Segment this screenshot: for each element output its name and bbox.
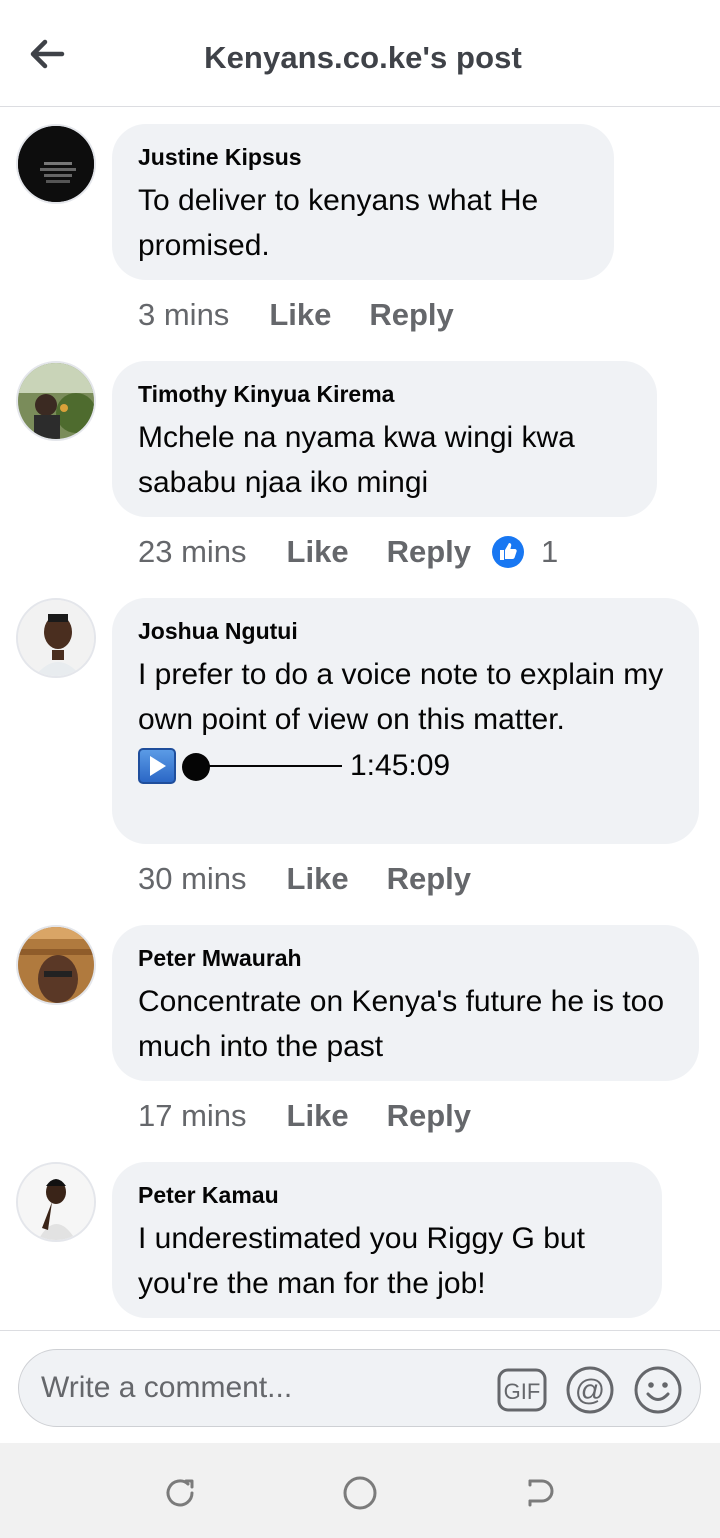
progress-track — [196, 765, 342, 767]
mention-label: @ — [575, 1374, 605, 1407]
comment-text: I prefer to do a voice note to explain m… — [138, 658, 664, 736]
reply-button[interactable]: Reply — [387, 534, 471, 570]
comment-actions: 3 mins Like Reply — [138, 295, 492, 335]
like-reaction-icon — [492, 536, 524, 568]
avatar-image — [18, 600, 94, 676]
comment-time[interactable]: 30 mins — [138, 861, 247, 897]
play-icon — [150, 756, 166, 776]
comment-author[interactable]: Joshua Ngutui — [138, 616, 673, 646]
home-button[interactable] — [338, 1471, 382, 1515]
comment-author[interactable]: Timothy Kinyua Kirema — [138, 379, 631, 409]
comment-text: Mchele na nyama kwa wingi kwa sababu nja… — [138, 421, 575, 499]
system-nav-bar — [0, 1443, 720, 1538]
like-button[interactable]: Like — [287, 534, 349, 570]
avatar-image — [18, 126, 94, 202]
like-button[interactable]: Like — [269, 297, 331, 333]
reply-button[interactable]: Reply — [369, 297, 453, 333]
avatar[interactable] — [16, 361, 96, 441]
comment-time[interactable]: 3 mins — [138, 297, 229, 333]
comment-author[interactable]: Justine Kipsus — [138, 142, 588, 172]
comment-text: Concentrate on Kenya's future he is too … — [138, 985, 665, 1063]
top-bar: Kenyans.co.ke's post — [0, 0, 720, 107]
gif-label: GIF — [504, 1379, 541, 1404]
avatar[interactable] — [16, 925, 96, 1005]
comment-bubble[interactable]: Joshua Ngutui I prefer to do a voice not… — [112, 598, 699, 844]
reaction-count: 1 — [541, 534, 559, 569]
comment-author[interactable]: Peter Mwaurah — [138, 943, 673, 973]
reply-button[interactable]: Reply — [387, 861, 471, 897]
back-icon — [528, 1479, 554, 1507]
reply-button[interactable]: Reply — [387, 1098, 471, 1134]
recent-apps-button[interactable] — [158, 1471, 202, 1515]
avatar[interactable] — [16, 1162, 96, 1242]
play-button[interactable] — [138, 748, 176, 784]
reaction-summary[interactable]: 1 — [491, 534, 558, 570]
comment-actions: 30 mins Like Reply — [138, 859, 509, 899]
like-button[interactable]: Like — [287, 861, 349, 897]
voice-note-player: 1:45:09 — [138, 744, 673, 788]
comment-time[interactable]: 23 mins — [138, 534, 247, 570]
progress-knob[interactable] — [182, 753, 210, 781]
avatar[interactable] — [16, 124, 96, 204]
comment-text: To deliver to kenyans what He promised. — [138, 184, 539, 262]
comment-composer: GIF @ — [0, 1330, 720, 1443]
mention-button[interactable]: @ — [565, 1365, 615, 1415]
comment-bubble[interactable]: Peter Mwaurah Concentrate on Kenya's fut… — [112, 925, 699, 1081]
home-icon — [343, 1476, 377, 1510]
gif-button[interactable]: GIF — [497, 1365, 547, 1415]
comment-actions: 17 mins Like Reply — [138, 1096, 509, 1136]
page-title: Kenyans.co.ke's post — [204, 40, 522, 75]
comment-input-container[interactable]: GIF @ — [18, 1349, 701, 1427]
like-button[interactable]: Like — [287, 1098, 349, 1134]
recent-apps-icon — [166, 1479, 194, 1507]
gif-icon: GIF — [497, 1368, 547, 1412]
comment-text: I underestimated you Riggy G but you're … — [138, 1222, 585, 1300]
mention-icon: @ — [566, 1366, 614, 1414]
comment-input[interactable] — [41, 1350, 481, 1426]
comment-bubble[interactable]: Timothy Kinyua Kirema Mchele na nyama kw… — [112, 361, 657, 517]
avatar-image — [18, 363, 94, 439]
comment-bubble[interactable]: Justine Kipsus To deliver to kenyans wha… — [112, 124, 614, 280]
voice-progress-slider[interactable] — [182, 753, 342, 781]
comment-time[interactable]: 17 mins — [138, 1098, 247, 1134]
comment-bubble[interactable]: Peter Kamau I underestimated you Riggy G… — [112, 1162, 662, 1318]
voice-duration: 1:45:09 — [350, 749, 451, 782]
system-back-button[interactable] — [518, 1471, 562, 1515]
comment-actions: 23 mins Like Reply 1 — [138, 532, 558, 572]
emoji-button[interactable] — [633, 1365, 683, 1415]
avatar-image — [18, 927, 94, 1003]
avatar[interactable] — [16, 598, 96, 678]
comment-author[interactable]: Peter Kamau — [138, 1180, 636, 1210]
smiley-icon — [634, 1366, 682, 1414]
avatar-image — [18, 1164, 94, 1240]
